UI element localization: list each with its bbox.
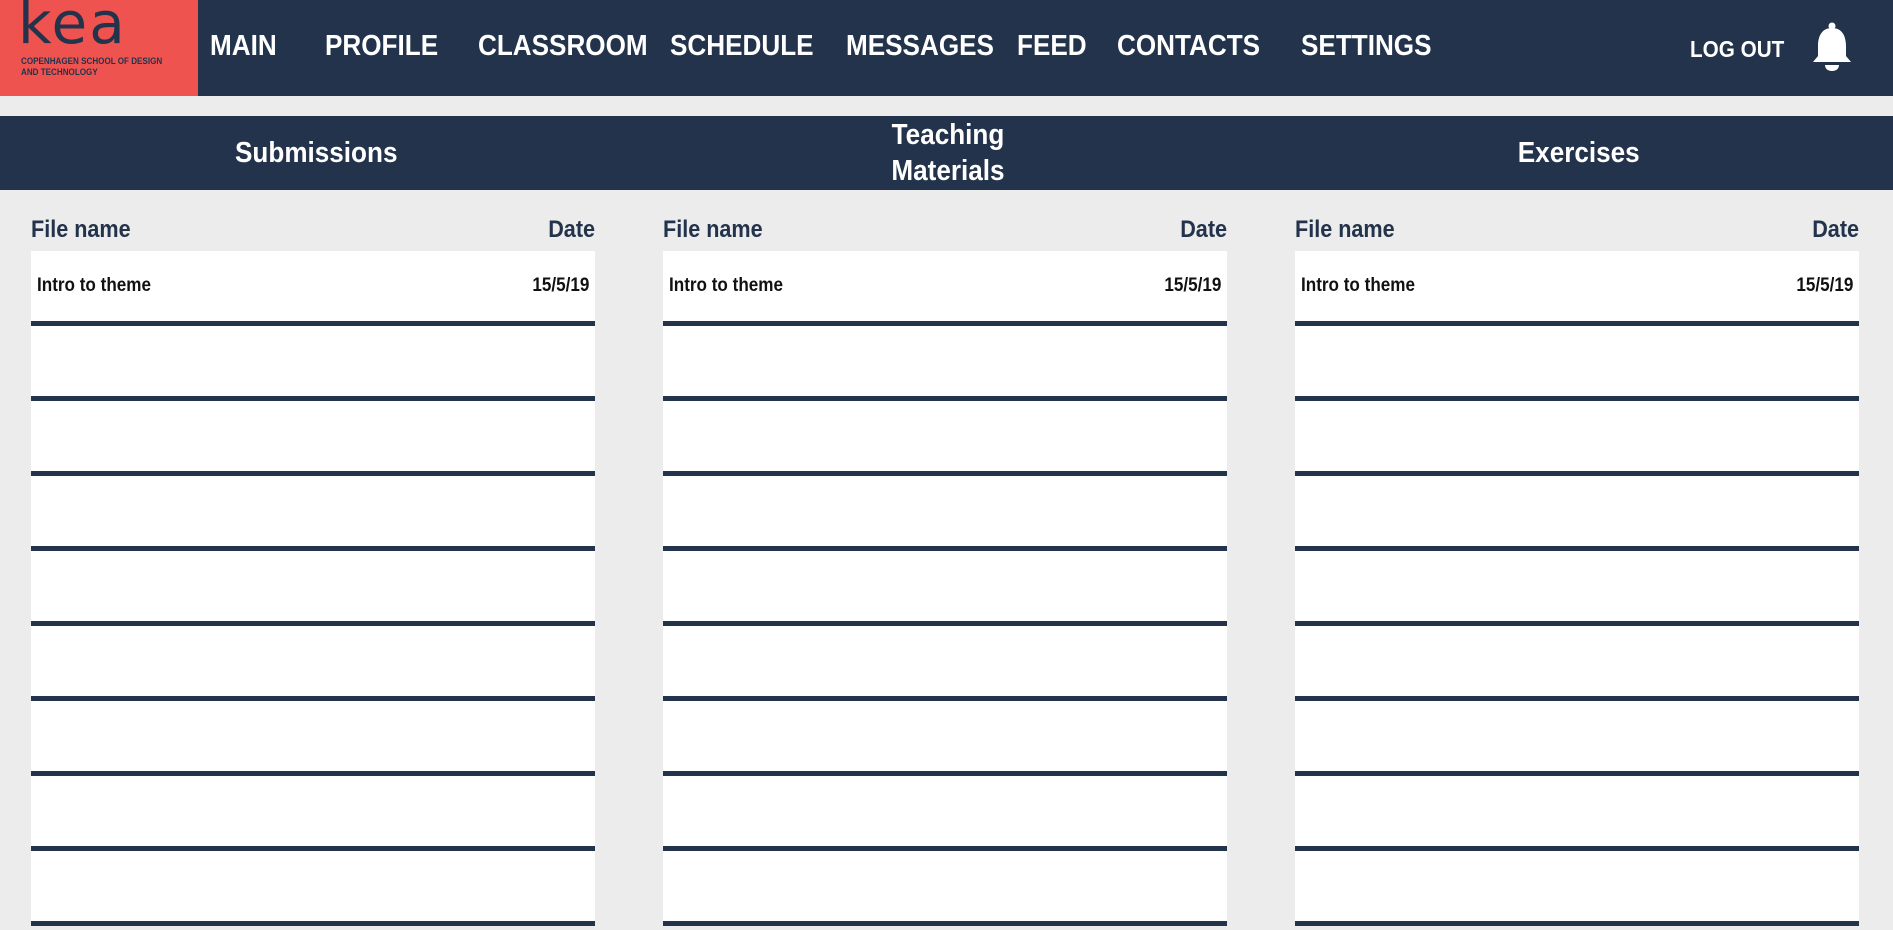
logo-subtitle: COPENHAGEN SCHOOL OF DESIGN AND TECHNOLOG… [21,56,163,78]
file-row[interactable] [31,776,595,851]
date-column-header: Date [548,216,595,243]
top-navigation-bar: kea COPENHAGEN SCHOOL OF DESIGN AND TECHN… [0,0,1893,96]
file-row[interactable] [1295,551,1859,626]
submissions-panel: File name Date Intro to theme 15/5/19 [31,190,595,926]
file-row[interactable] [663,776,1227,851]
file-row[interactable] [663,551,1227,626]
file-row[interactable] [663,851,1227,926]
file-name: Intro to theme [37,275,152,296]
file-row[interactable] [663,326,1227,401]
file-row[interactable] [1295,326,1859,401]
nav-item-main[interactable]: MAIN [210,28,277,64]
file-row[interactable] [663,401,1227,476]
file-name-column-header: File name [1295,216,1395,243]
bell-icon[interactable] [1810,22,1854,72]
logo-wordmark: kea [18,0,127,57]
file-list: Intro to theme 15/5/19 [663,251,1227,926]
exercises-title: Exercises [1517,137,1640,169]
file-row[interactable] [31,701,595,776]
file-row[interactable]: Intro to theme 15/5/19 [31,251,595,326]
nav-item-profile[interactable]: PROFILE [325,28,438,64]
file-row[interactable] [1295,401,1859,476]
file-name-column-header: File name [31,216,131,243]
file-date: 15/5/19 [531,275,589,296]
file-row[interactable] [1295,476,1859,551]
kea-logo[interactable]: kea COPENHAGEN SCHOOL OF DESIGN AND TECHN… [0,0,198,96]
file-row[interactable] [1295,626,1859,701]
file-row[interactable] [1295,851,1859,926]
file-name: Intro to theme [669,275,784,296]
date-column-header: Date [1812,216,1859,243]
file-date: 15/5/19 [1163,275,1221,296]
file-row[interactable] [31,326,595,401]
file-name-column-header: File name [663,216,763,243]
nav-item-contacts[interactable]: CONTACTS [1117,28,1260,64]
file-table-header: File name Date [31,190,595,251]
section-header-bar: Submissions Teaching Materials Exercises [0,116,1893,190]
file-row[interactable]: Intro to theme 15/5/19 [663,251,1227,326]
file-row[interactable]: Intro to theme 15/5/19 [1295,251,1859,326]
file-row[interactable] [663,701,1227,776]
file-name: Intro to theme [1301,275,1416,296]
file-table-header: File name Date [663,190,1227,251]
file-list: Intro to theme 15/5/19 [31,251,595,926]
submissions-title: Submissions [234,137,398,169]
file-row[interactable] [1295,776,1859,851]
teaching-materials-title: Teaching Materials [891,119,1005,187]
file-row[interactable] [31,551,595,626]
file-row[interactable] [31,626,595,701]
nav-item-settings[interactable]: SETTINGS [1301,28,1432,64]
file-row[interactable] [663,476,1227,551]
file-row[interactable] [31,476,595,551]
date-column-header: Date [1180,216,1227,243]
teaching-materials-panel: File name Date Intro to theme 15/5/19 [663,190,1227,926]
file-list: Intro to theme 15/5/19 [1295,251,1859,926]
file-row[interactable] [1295,701,1859,776]
logout-button[interactable]: LOG OUT [1690,34,1784,64]
file-date: 15/5/19 [1795,275,1853,296]
file-row[interactable] [31,401,595,476]
nav-item-classroom[interactable]: CLASSROOM [478,28,648,64]
file-row[interactable] [31,851,595,926]
nav-item-feed[interactable]: FEED [1017,28,1087,64]
exercises-panel: File name Date Intro to theme 15/5/19 [1295,190,1859,926]
file-row[interactable] [663,626,1227,701]
nav-item-schedule[interactable]: SCHEDULE [670,28,814,64]
file-table-header: File name Date [1295,190,1859,251]
nav-item-messages[interactable]: MESSAGES [846,28,994,64]
